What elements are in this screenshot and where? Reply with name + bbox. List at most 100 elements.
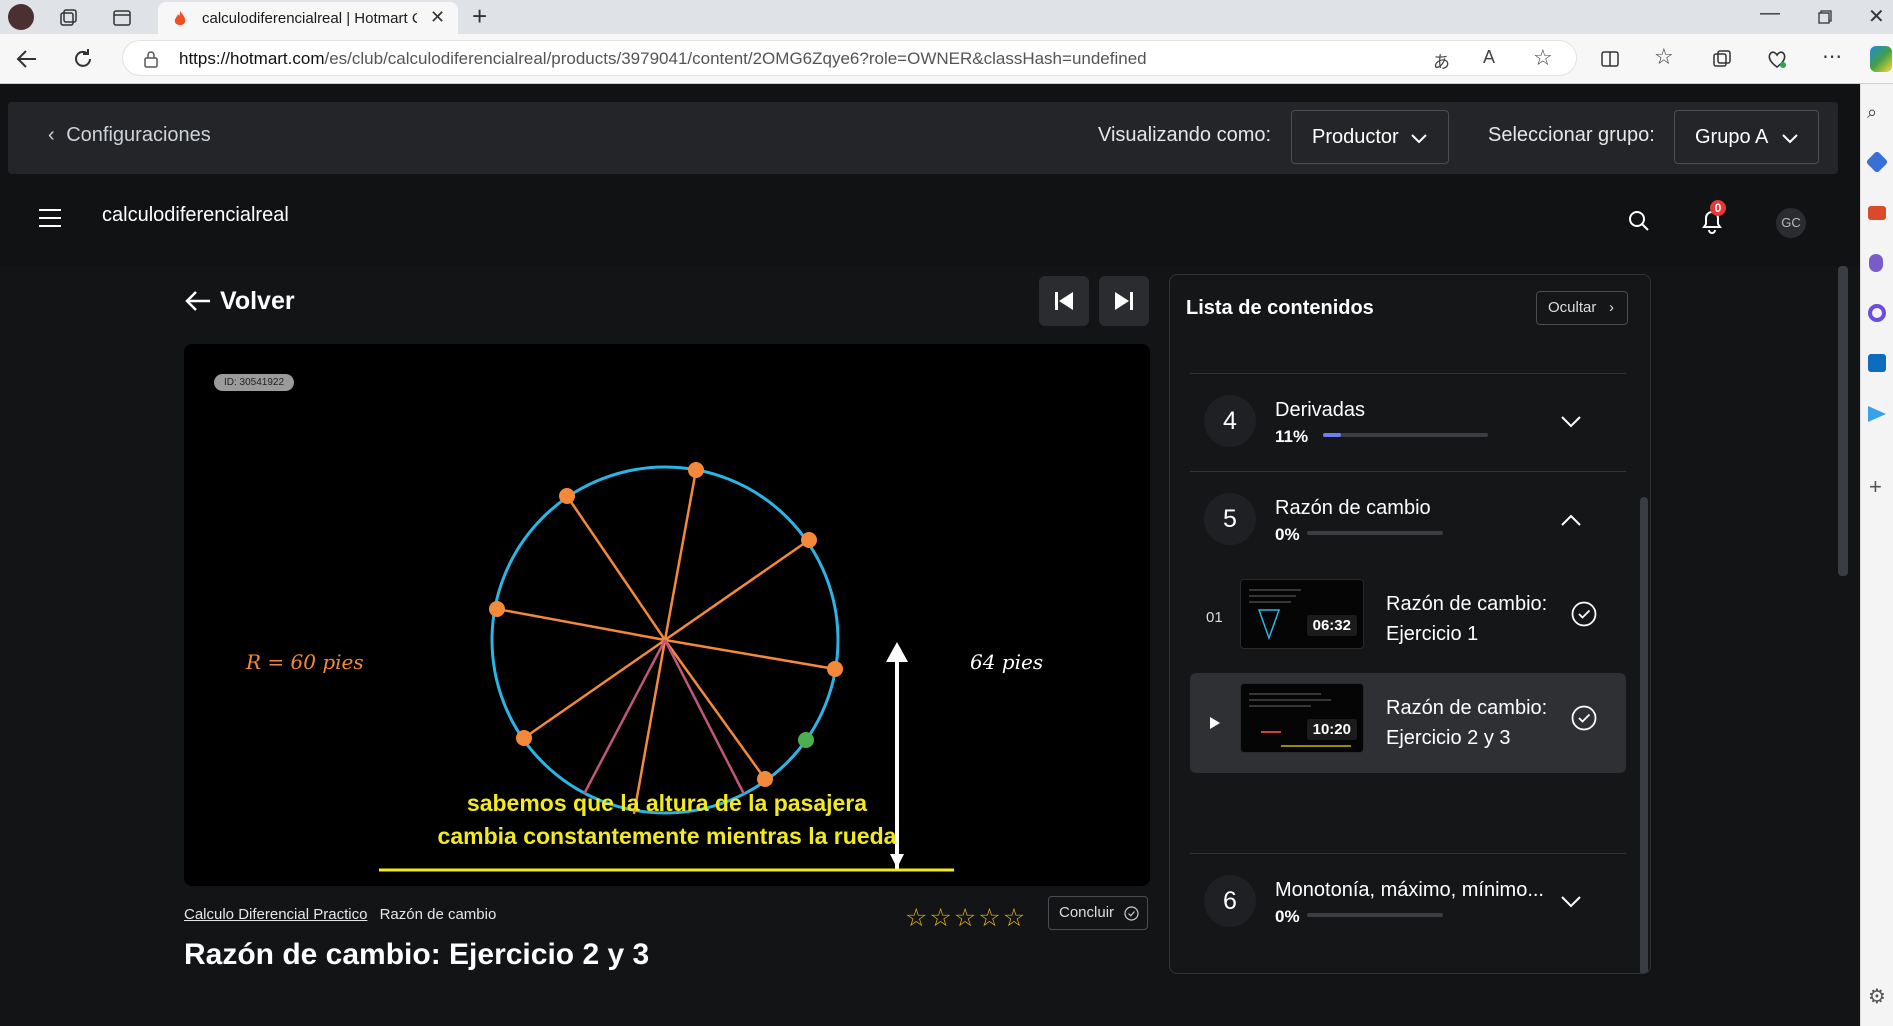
chevron-up-icon[interactable] bbox=[1560, 513, 1582, 527]
outlook-sidebar-icon[interactable] bbox=[1868, 354, 1886, 372]
star-icon[interactable]: ☆ bbox=[905, 904, 929, 932]
back-button[interactable]: Volver bbox=[184, 286, 295, 316]
edge-sidebar: ⌕ + ⚙ bbox=[1860, 84, 1893, 1026]
next-lesson-button[interactable] bbox=[1099, 276, 1149, 326]
module-name: Razón de cambio bbox=[1275, 497, 1431, 519]
lesson-name: Razón de cambio: Ejercicio 1 bbox=[1386, 593, 1548, 645]
avatar[interactable]: GC bbox=[1776, 208, 1806, 238]
module-number: 4 bbox=[1204, 395, 1256, 447]
new-tab-icon[interactable]: + bbox=[472, 1, 487, 32]
lesson-index: 01 bbox=[1206, 609, 1223, 626]
back-arrow-icon[interactable] bbox=[16, 49, 38, 69]
reload-icon[interactable] bbox=[72, 48, 94, 70]
collections-toolbar-icon[interactable] bbox=[1712, 49, 1732, 69]
play-icon bbox=[1210, 717, 1220, 729]
skip-previous-icon bbox=[1055, 292, 1073, 310]
copilot-icon[interactable] bbox=[1870, 46, 1892, 72]
restore-icon[interactable] bbox=[1818, 10, 1832, 24]
module-item[interactable]: 5 Razón de cambio 0% bbox=[1170, 473, 1640, 569]
club-brand[interactable]: calculodiferencialreal bbox=[102, 204, 289, 227]
configurations-back-link[interactable]: ‹ Configuraciones bbox=[48, 124, 211, 147]
profile-avatar[interactable] bbox=[8, 4, 34, 30]
viewing-as-select[interactable]: Productor bbox=[1291, 110, 1449, 164]
group-select[interactable]: Grupo A bbox=[1674, 110, 1819, 164]
active-tab[interactable]: calculodiferencialreal | Hotmart C ✕ bbox=[158, 2, 458, 34]
course-link[interactable]: Calculo Diferencial Practico bbox=[184, 906, 367, 923]
check-circle-icon bbox=[1124, 906, 1139, 921]
split-screen-icon[interactable] bbox=[1600, 49, 1620, 69]
content-list-panel: Lista de contenidos Ocultar › 4 Derivada… bbox=[1169, 274, 1651, 974]
subtitle-line-1: sabemos que la altura de la pasajera bbox=[466, 790, 868, 816]
module-item[interactable]: 4 Derivadas 11% bbox=[1170, 375, 1640, 471]
height-label: 64 pies bbox=[970, 650, 1044, 674]
radius-label: R = 60 pies bbox=[246, 650, 364, 674]
chevron-down-icon[interactable] bbox=[1560, 895, 1582, 909]
divider bbox=[1190, 853, 1626, 854]
minimize-icon[interactable]: — bbox=[1760, 2, 1780, 25]
viewing-as-label: Visualizando como: bbox=[1098, 124, 1272, 146]
close-window-icon[interactable]: ✕ bbox=[1868, 4, 1885, 29]
read-aloud-icon[interactable]: A bbox=[1483, 47, 1495, 68]
star-icon[interactable]: ☆ bbox=[1003, 904, 1027, 932]
lesson-duration: 06:32 bbox=[1306, 615, 1357, 636]
lesson-item[interactable]: 01 06:32 Razón de cambio: Ejercicio 1 bbox=[1190, 569, 1626, 669]
translate-icon[interactable]: あ bbox=[1433, 48, 1450, 73]
module-progress-bar bbox=[1323, 433, 1488, 437]
url-text: https://hotmart.com/es/club/calculodifer… bbox=[179, 49, 1147, 68]
module-name: Monotonía, máximo, mínimo... bbox=[1275, 879, 1544, 901]
module-name: Derivadas bbox=[1275, 399, 1366, 421]
chevron-down-icon bbox=[1411, 134, 1427, 144]
star-icon[interactable]: ☆ bbox=[954, 904, 978, 932]
chevron-down-icon bbox=[1782, 134, 1798, 144]
module-progress-bar bbox=[1307, 531, 1443, 535]
group-select-label: Seleccionar grupo: bbox=[1488, 124, 1655, 146]
page-scrollbar[interactable] bbox=[1838, 266, 1848, 576]
notification-badge: 0 bbox=[1710, 200, 1726, 216]
lesson-name: Razón de cambio: Ejercicio 2 y 3 bbox=[1386, 697, 1548, 749]
star-icon[interactable]: ☆ bbox=[929, 904, 953, 932]
close-tab-icon[interactable]: ✕ bbox=[430, 7, 445, 28]
more-options-icon[interactable]: ⋯ bbox=[1822, 44, 1842, 69]
office-sidebar-icon[interactable] bbox=[1868, 304, 1886, 322]
lock-icon[interactable] bbox=[143, 50, 159, 68]
chevron-down-icon[interactable] bbox=[1560, 415, 1582, 429]
favorite-star-icon[interactable]: ☆ bbox=[1533, 45, 1553, 71]
url-bar[interactable]: https://hotmart.com/es/club/calculodifer… bbox=[122, 40, 1577, 76]
tab-actions-icon[interactable] bbox=[112, 8, 132, 28]
module-number: 6 bbox=[1204, 875, 1256, 927]
tab-title: calculodiferencialreal | Hotmart C bbox=[202, 10, 417, 27]
browser-tab-bar: calculodiferencialreal | Hotmart C ✕ + —… bbox=[0, 0, 1893, 34]
content-list-scrollbar[interactable] bbox=[1640, 497, 1648, 973]
main-content: Volver ID: 30541922 R = 60 pies 64 pies … bbox=[0, 266, 1860, 1026]
collections-icon[interactable] bbox=[58, 8, 78, 28]
search-sidebar-icon[interactable]: ⌕ bbox=[1867, 102, 1877, 123]
config-bar: ‹ Configuraciones Visualizando como: Pro… bbox=[8, 102, 1838, 174]
favorites-icon[interactable]: ☆ bbox=[1654, 44, 1674, 70]
settings-sidebar-icon[interactable]: ⚙ bbox=[1868, 984, 1886, 1009]
hamburger-menu-icon[interactable] bbox=[38, 208, 62, 228]
tools-sidebar-icon[interactable] bbox=[1868, 206, 1886, 220]
breadcrumb: Calculo Diferencial Practico Razón de ca… bbox=[184, 906, 496, 923]
module-crumb: Razón de cambio bbox=[379, 906, 497, 923]
check-circle-icon[interactable] bbox=[1571, 601, 1597, 627]
module-progress-label: 0% bbox=[1275, 907, 1300, 926]
content-list-title: Lista de contenidos bbox=[1186, 297, 1374, 319]
hide-list-button[interactable]: Ocultar › bbox=[1536, 291, 1628, 325]
video-player[interactable]: ID: 30541922 R = 60 pies 64 pies sabemos… bbox=[184, 344, 1150, 886]
search-icon[interactable] bbox=[1628, 210, 1650, 232]
tag-sidebar-icon[interactable] bbox=[1865, 150, 1889, 174]
check-circle-icon[interactable] bbox=[1571, 705, 1597, 731]
games-sidebar-icon[interactable] bbox=[1869, 254, 1883, 272]
conclude-button[interactable]: Concluir bbox=[1048, 896, 1148, 930]
arrow-left-icon bbox=[185, 291, 210, 312]
browser-essentials-icon[interactable] bbox=[1766, 48, 1788, 70]
send-sidebar-icon[interactable] bbox=[1868, 406, 1886, 422]
previous-lesson-button[interactable] bbox=[1039, 276, 1089, 326]
module-item[interactable]: 6 Monotonía, máximo, mínimo... 0% bbox=[1170, 855, 1640, 951]
lesson-item-active[interactable]: 10:20 Razón de cambio: Ejercicio 2 y 3 bbox=[1190, 673, 1626, 773]
module-progress-bar bbox=[1307, 913, 1443, 917]
divider bbox=[1190, 471, 1626, 472]
star-icon[interactable]: ☆ bbox=[978, 904, 1002, 932]
rating-stars[interactable]: ☆☆☆☆☆ bbox=[905, 903, 1027, 933]
add-sidebar-icon[interactable]: + bbox=[1869, 474, 1882, 500]
